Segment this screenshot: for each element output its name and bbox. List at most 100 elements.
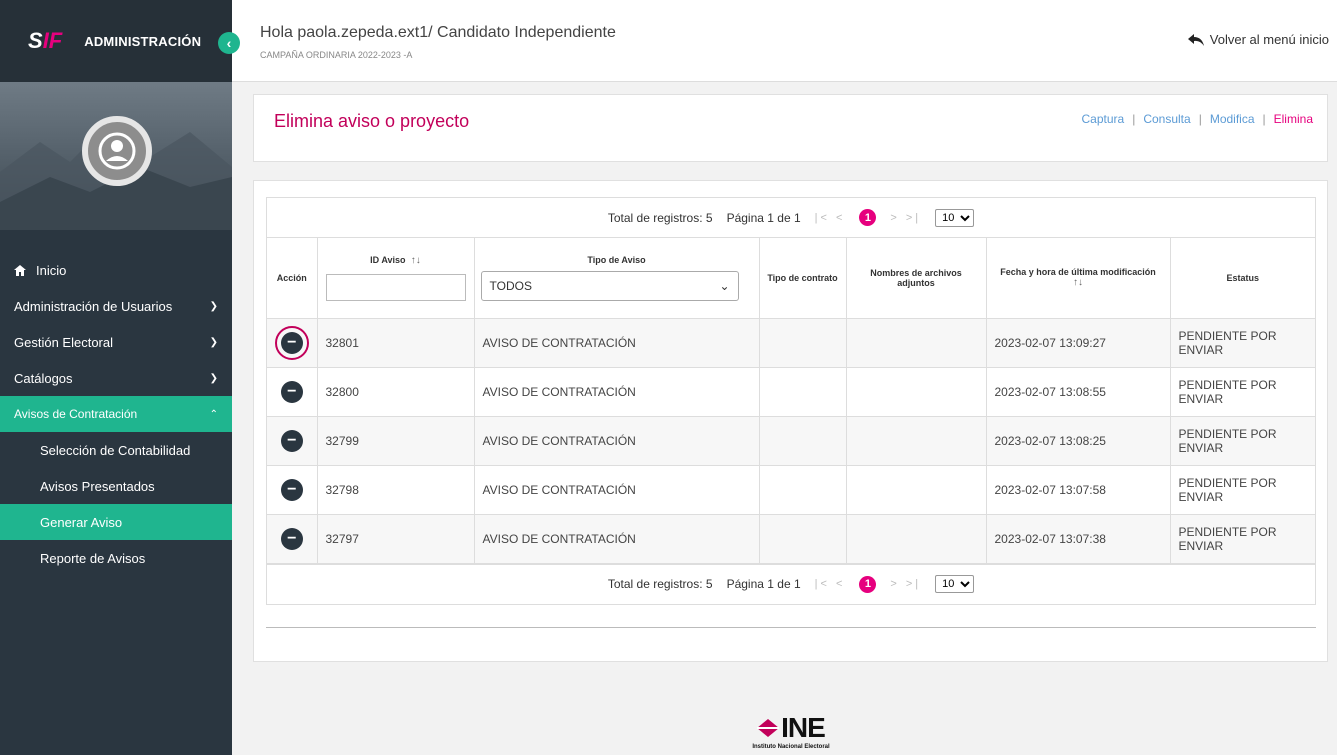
first-prev-icon[interactable]: |< < — [815, 578, 846, 590]
sidebar-item-avisos-contratacion[interactable]: Avisos de Contratación ⌃ — [0, 396, 232, 432]
sidebar-subitem-generar-aviso[interactable]: Generar Aviso — [0, 504, 232, 540]
breadcrumb-elimina[interactable]: Elimina — [1274, 112, 1313, 126]
page-info: Página 1 de 1 — [726, 210, 801, 225]
per-page-select[interactable]: 10 — [935, 208, 975, 227]
per-page-select[interactable]: 10 — [935, 575, 975, 593]
sort-icon[interactable]: ↑↓ — [408, 255, 421, 266]
archivos-cell — [846, 318, 987, 368]
breadcrumb-separator: | — [1132, 112, 1136, 126]
delete-button[interactable]: − — [274, 325, 309, 360]
delete-button[interactable]: − — [280, 527, 303, 550]
tipo-filter-value: TODOS — [489, 278, 532, 293]
chevron-up-icon: ⌃ — [209, 408, 218, 420]
contrato-cell — [759, 465, 847, 515]
estatus-cell: PENDIENTE POR ENVIAR — [1170, 416, 1315, 466]
breadcrumb-modifica[interactable]: Modifica — [1210, 112, 1255, 126]
sidebar-item-administracion-usuarios[interactable]: Administración de Usuarios ❯ — [0, 288, 232, 324]
next-last-icon[interactable]: > >| — [890, 578, 921, 590]
greeting: Hola paola.zepeda.ext1/ Candidato Indepe… — [260, 24, 616, 41]
breadcrumb-captura[interactable]: Captura — [1082, 112, 1125, 126]
archivos-cell — [846, 465, 987, 515]
avisos-table: Total de registros: 5 Página 1 de 1 |< <… — [266, 197, 1316, 605]
chevron-down-icon: ❯ — [209, 372, 218, 384]
id-filter-input[interactable] — [325, 273, 466, 301]
pager-bottom: Total de registros: 5 Página 1 de 1 |< <… — [267, 563, 1315, 604]
fecha-cell: 2023-02-07 13:07:58 — [986, 465, 1171, 515]
next-last-icon[interactable]: > >| — [890, 212, 921, 224]
table-row: − 32799 AVISO DE CONTRATACIÓN 2023-02-07… — [267, 416, 1315, 466]
sidebar-item-label: Inicio — [36, 262, 67, 278]
total-records: Total de registros: 5 — [607, 577, 713, 591]
id-cell: 32800 — [317, 367, 475, 417]
avatar — [82, 116, 152, 186]
accion-cell: − — [267, 465, 318, 515]
table-row: − 32800 AVISO DE CONTRATACIÓN 2023-02-07… — [267, 367, 1315, 417]
title-card: Elimina aviso o proyecto Captura | Consu… — [253, 94, 1328, 162]
profile-banner — [0, 82, 232, 230]
back-to-menu-link[interactable]: Volver al menú inicio — [1187, 32, 1329, 47]
logo-s: S — [28, 28, 43, 53]
delete-button[interactable]: − — [280, 380, 303, 403]
chevron-down-icon: ⌄ — [719, 278, 730, 293]
page-number-button[interactable]: 1 — [859, 209, 877, 226]
sidebar-item-inicio[interactable]: Inicio — [0, 252, 232, 288]
logo-if: IF — [42, 28, 63, 53]
sort-icon[interactable]: ↑↓ — [1073, 277, 1083, 288]
delete-button[interactable]: − — [280, 478, 303, 501]
col-archivos: Nombres de archivos adjuntos — [846, 238, 987, 319]
tipo-cell: AVISO DE CONTRATACIÓN — [474, 367, 760, 417]
delete-button[interactable]: − — [280, 429, 303, 452]
col-accion: Acción — [267, 238, 318, 319]
id-cell: 32797 — [317, 514, 475, 564]
home-icon — [14, 264, 26, 276]
sif-logo: S IF — [28, 28, 62, 54]
sidebar-subitem-seleccion-contabilidad[interactable]: Selección de Contabilidad — [0, 432, 232, 468]
sidebar: S IF ADMINISTRACIÓN ‹ Inicio Administrac… — [0, 0, 240, 755]
sidebar-item-gestion-electoral[interactable]: Gestión Electoral ❯ — [0, 324, 232, 360]
minus-icon: − — [287, 382, 297, 400]
page-number-button[interactable]: 1 — [859, 575, 877, 593]
contrato-cell — [759, 367, 847, 417]
table-card: Total de registros: 5 Página 1 de 1 |< <… — [253, 180, 1328, 662]
estatus-cell: PENDIENTE POR ENVIAR — [1170, 318, 1315, 368]
page-title: Elimina aviso o proyecto — [274, 111, 470, 131]
table-row: − 32801 AVISO DE CONTRATACIÓN 2023-02-07… — [267, 318, 1315, 368]
tipo-aviso-select[interactable]: TODOS ⌄ — [480, 270, 739, 301]
tipo-cell: AVISO DE CONTRATACIÓN — [474, 318, 760, 368]
tipo-cell: AVISO DE CONTRATACIÓN — [474, 514, 760, 564]
minus-icon: − — [287, 480, 297, 498]
fecha-cell: 2023-02-07 13:08:55 — [986, 367, 1171, 417]
brand-title: ADMINISTRACIÓN — [84, 33, 202, 49]
sidebar-item-label: Avisos de Contratación — [14, 407, 138, 421]
minus-icon: − — [287, 529, 297, 547]
sidebar-subitem-avisos-presentados[interactable]: Avisos Presentados — [0, 468, 232, 504]
estatus-cell: PENDIENTE POR ENVIAR — [1170, 367, 1315, 417]
sidebar-item-label: Gestión Electoral — [14, 334, 113, 350]
first-prev-icon[interactable]: |< < — [815, 212, 846, 224]
estatus-cell: PENDIENTE POR ENVIAR — [1170, 465, 1315, 515]
sidebar-item-label: Administración de Usuarios — [14, 298, 173, 314]
tipo-cell: AVISO DE CONTRATACIÓN — [474, 465, 760, 515]
accion-cell: − — [267, 514, 318, 564]
accion-cell: − — [267, 367, 318, 417]
sidebar-subitem-label: Avisos Presentados — [40, 478, 155, 494]
chevron-down-icon: ❯ — [209, 336, 218, 348]
col-tipo-label: Tipo de Aviso — [587, 254, 646, 265]
id-cell: 32798 — [317, 465, 475, 515]
collapse-sidebar-button[interactable]: ‹ — [218, 32, 240, 54]
sidebar-subitem-reporte-avisos[interactable]: Reporte de Avisos — [0, 540, 232, 576]
chevron-left-icon: ‹ — [226, 35, 232, 51]
contrato-cell — [759, 416, 847, 466]
user-icon — [98, 132, 136, 170]
sidebar-item-catalogos[interactable]: Catálogos ❯ — [0, 360, 232, 396]
archivos-cell — [846, 367, 987, 417]
back-label: Volver al menú inicio — [1209, 32, 1329, 47]
minus-icon: − — [287, 431, 297, 449]
reply-arrow-icon — [1187, 33, 1204, 46]
accion-cell: − — [267, 318, 318, 368]
ine-diamond-icon — [757, 719, 780, 737]
sidebar-subitem-label: Selección de Contabilidad — [40, 442, 191, 458]
breadcrumb-consulta[interactable]: Consulta — [1143, 112, 1190, 126]
fecha-cell: 2023-02-07 13:08:25 — [986, 416, 1171, 466]
fecha-cell: 2023-02-07 13:07:38 — [986, 514, 1171, 564]
